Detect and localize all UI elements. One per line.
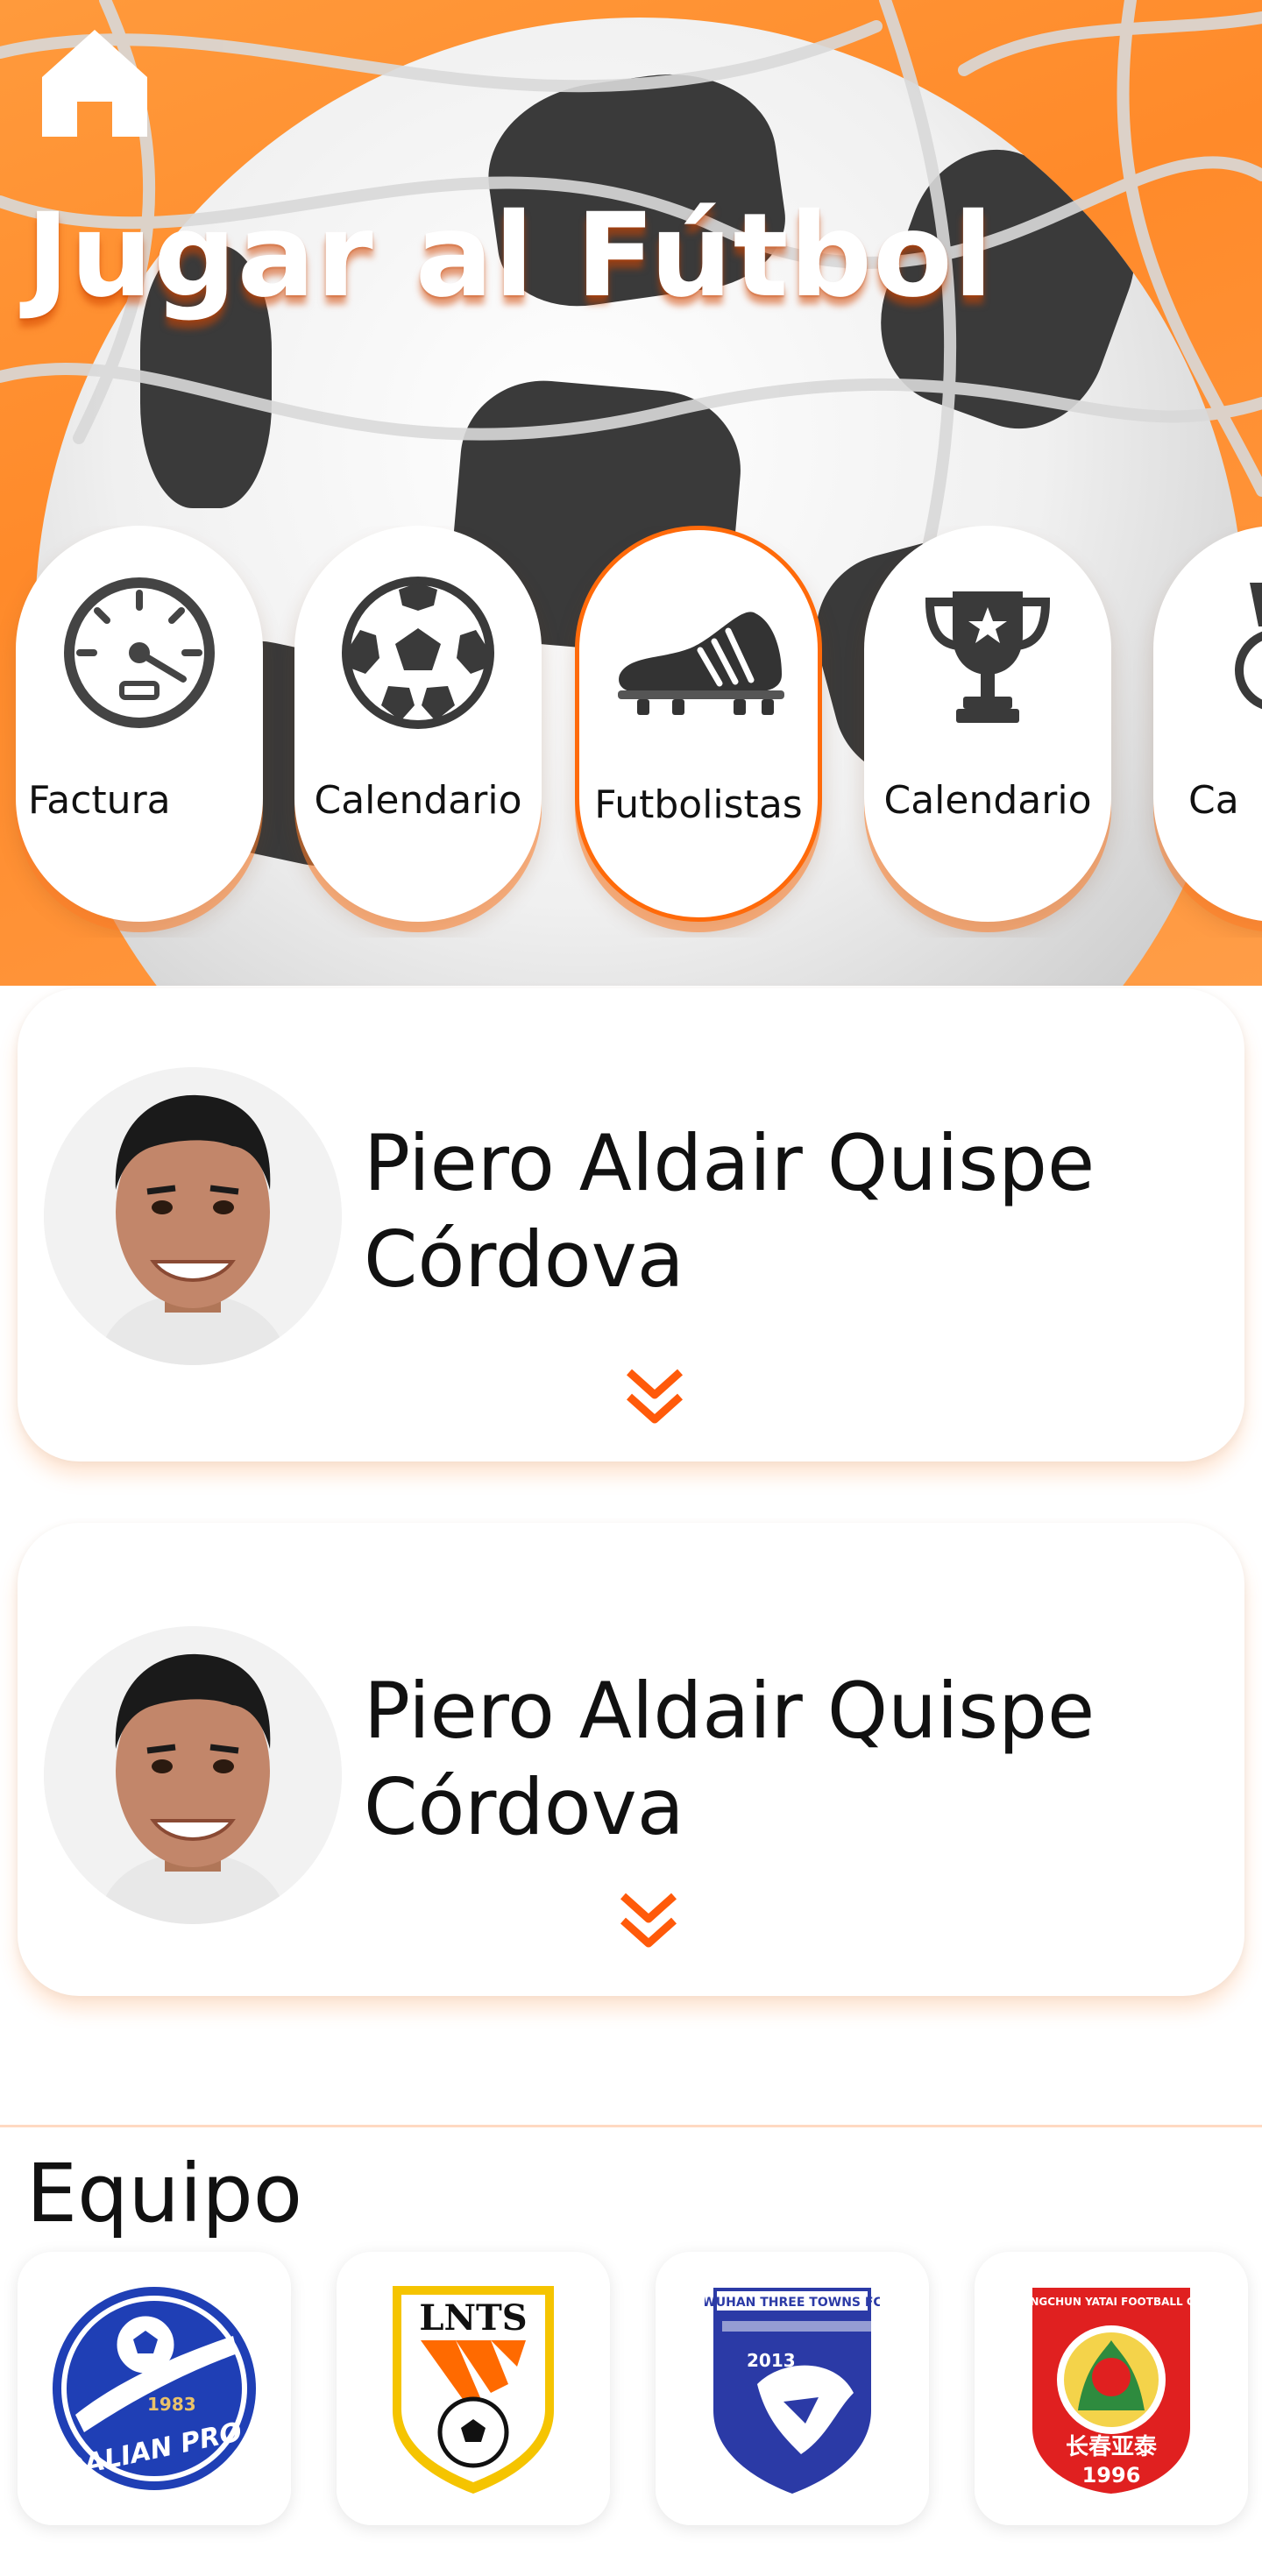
section-title-equipo: Equipo	[26, 2147, 303, 2240]
team-card-shandong-taishan[interactable]: LNTS	[337, 2252, 610, 2525]
category-calendario-trophy[interactable]: Calendario	[864, 526, 1111, 922]
category-label: Calendario	[883, 778, 1092, 823]
category-calendario[interactable]: Calendario	[294, 526, 542, 922]
medal-icon	[1235, 583, 1262, 710]
svg-text:CHANGCHUN YATAI FOOTBALL CLUB: CHANGCHUN YATAI FOOTBALL CLUB	[1024, 2296, 1199, 2308]
home-icon[interactable]	[39, 26, 151, 140]
category-label: Calendario	[314, 778, 522, 823]
svg-text:1996: 1996	[1082, 2463, 1141, 2488]
player-name: Piero Aldair Quispe Córdova	[364, 1666, 1095, 1852]
dalian-pro-logo: 1983 DALIAN PRO	[53, 2287, 256, 2490]
player-name: Piero Aldair Quispe Córdova	[364, 1118, 1095, 1305]
chevron-double-down-icon[interactable]	[618, 1889, 679, 1952]
svg-text:1983: 1983	[147, 2394, 196, 2415]
svg-text:WUHAN THREE TOWNS FC: WUHAN THREE TOWNS FC	[705, 2296, 880, 2310]
category-carousel[interactable]: Factura Calendario Futbolistas Calendari…	[0, 526, 1262, 938]
category-futbolistas[interactable]: Futbolistas	[575, 526, 822, 922]
category-factura[interactable]: Factura	[16, 526, 263, 922]
team-card-changchun-yatai[interactable]: CHANGCHUN YATAI FOOTBALL CLUB 长春亚泰 1996	[975, 2252, 1248, 2525]
section-divider	[0, 2125, 1262, 2127]
trophy-icon	[925, 591, 1051, 723]
page-title: Jugar al Fútbol	[26, 188, 995, 323]
speedometer-icon	[64, 577, 215, 728]
player-card[interactable]: Piero Aldair Quispe Córdova	[18, 988, 1244, 1461]
category-label: Factura	[28, 778, 171, 823]
svg-text:LNTS: LNTS	[419, 2297, 527, 2339]
category-label: Ca	[1188, 778, 1239, 823]
player-avatar	[44, 1067, 342, 1365]
changchun-yatai-logo: CHANGCHUN YATAI FOOTBALL CLUB 长春亚泰 1996	[1024, 2288, 1199, 2494]
football-boot-icon	[618, 612, 784, 715]
soccer-ball-icon	[342, 577, 494, 729]
svg-text:长春亚泰: 长春亚泰	[1066, 2434, 1158, 2460]
shandong-taishan-logo: LNTS	[393, 2286, 554, 2494]
player-avatar	[44, 1626, 342, 1924]
team-card-dalian-pro[interactable]: 1983 DALIAN PRO	[18, 2252, 291, 2525]
team-card-wuhan-three-towns[interactable]: WUHAN THREE TOWNS FC 2013	[656, 2252, 929, 2525]
chevron-double-down-icon[interactable]	[624, 1365, 685, 1428]
wuhan-three-towns-logo: WUHAN THREE TOWNS FC 2013	[705, 2288, 880, 2494]
player-card[interactable]: Piero Aldair Quispe Córdova	[18, 1523, 1244, 1996]
category-partial[interactable]: Ca	[1153, 526, 1262, 922]
category-label: Futbolistas	[594, 782, 803, 827]
